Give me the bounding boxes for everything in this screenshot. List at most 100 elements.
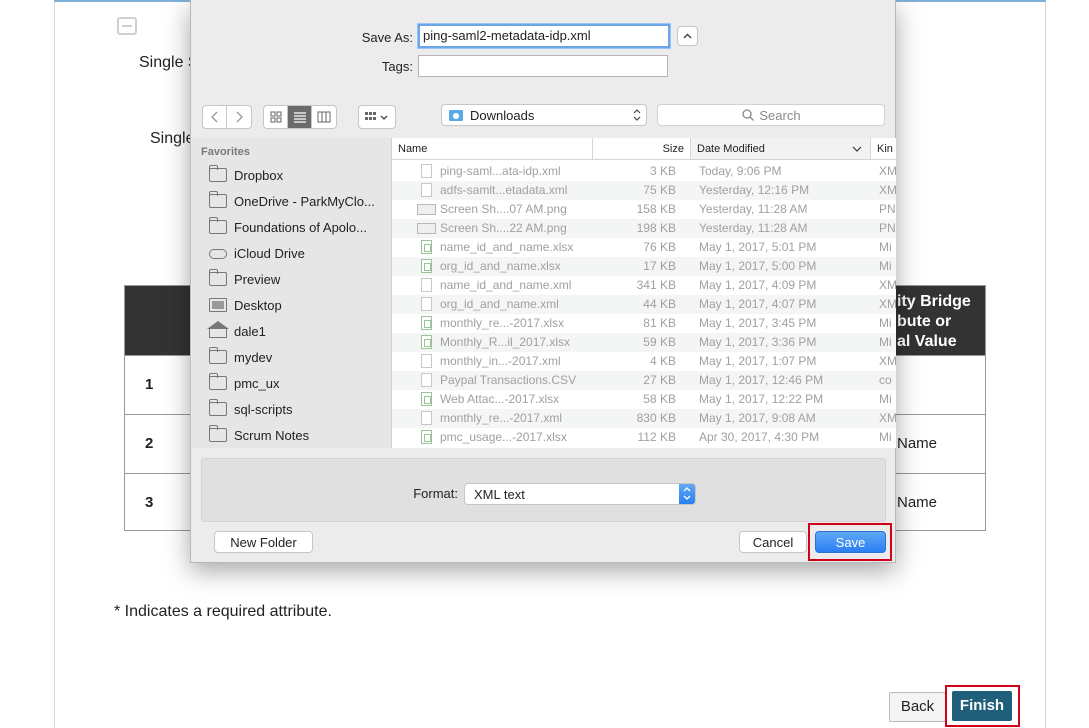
up-down-chevron-icon [679, 484, 695, 504]
sidebar-item-sql-scripts[interactable]: sql-scripts [209, 399, 293, 419]
file-row[interactable]: monthly_in...-2017.xml 4 KB May 1, 2017, 1… [392, 352, 896, 371]
file-row[interactable]: name_id_and_name.xlsx 76 KB May 1, 2017, 5… [392, 238, 896, 257]
row-value: Name [897, 494, 938, 511]
file-name: Paypal Transactions.CSV [440, 373, 577, 387]
format-popup[interactable]: XML text [464, 483, 696, 505]
sidebar-item-icloud[interactable]: iCloud Drive [209, 243, 305, 263]
tags-label: Tags: [381, 59, 413, 74]
back-nav-button[interactable] [203, 106, 227, 128]
file-name: Monthly_R...il_2017.xlsx [440, 335, 571, 349]
search-field[interactable]: Search [657, 104, 885, 126]
row-value: Name [897, 435, 938, 452]
file-date: Yesterday, 12:16 PM [699, 183, 810, 197]
column-view-button[interactable] [312, 106, 336, 128]
document-file-icon [421, 373, 432, 387]
file-size: 4 KB [649, 354, 676, 368]
sidebar-item-label: sql-scripts [234, 401, 293, 417]
document-file-icon [421, 297, 432, 311]
sidebar-item-foundations[interactable]: Foundations of Apolo... [209, 217, 367, 237]
chevron-right-icon [236, 111, 243, 123]
folder-icon [209, 269, 227, 286]
file-name: org_id_and_name.xlsx [440, 259, 561, 273]
save-as-input[interactable]: ping-saml2-metadata-idp.xml [418, 24, 670, 48]
file-kind: XM [879, 354, 896, 368]
search-placeholder: Search [759, 107, 801, 123]
folder-icon [209, 191, 227, 208]
arrange-icon [365, 112, 388, 120]
file-kind: co [879, 373, 892, 387]
finish-highlight [945, 685, 1020, 727]
file-date: Yesterday, 11:28 AM [699, 202, 808, 216]
folder-icon [209, 373, 227, 390]
collapse-icon[interactable] [117, 17, 137, 35]
file-date: May 1, 2017, 5:00 PM [699, 259, 817, 273]
file-size: 17 KB [643, 259, 676, 273]
file-row[interactable]: name_id_and_name.xml 341 KB May 1, 2017, 4… [392, 276, 896, 295]
file-row[interactable]: Screen Sh....07 AM.png 158 KB Yesterday, 1… [392, 200, 896, 219]
view-mode-selector [263, 105, 337, 129]
file-row[interactable]: pmc_usage...-2017.xlsx 112 KB Apr 30, 2017… [392, 428, 896, 447]
file-kind: XM [879, 278, 896, 292]
file-kind: XM [879, 164, 896, 178]
file-name: monthly_re...-2017.xlsx [440, 316, 565, 330]
list-icon [293, 112, 306, 123]
file-size: 341 KB [636, 278, 676, 292]
file-row[interactable]: monthly_re...-2017.xlsx 81 KB May 1, 2017,… [392, 314, 896, 333]
file-date: May 1, 2017, 3:45 PM [699, 316, 817, 330]
file-name: pmc_usage...-2017.xlsx [440, 430, 567, 444]
save-dialog: Save As: ping-saml2-metadata-idp.xml Tag… [190, 0, 896, 563]
cancel-button[interactable]: Cancel [739, 531, 807, 553]
sidebar-item-scrum-notes[interactable]: Scrum Notes [209, 425, 309, 445]
sidebar-item-preview[interactable]: Preview [209, 269, 280, 289]
location-popup[interactable]: Downloads [441, 104, 647, 126]
file-date: Today, 9:06 PM [699, 164, 782, 178]
sidebar-item-onedrive[interactable]: OneDrive - ParkMyClo... [209, 191, 375, 211]
file-row[interactable]: Web Attac...-2017.xlsx 58 KB May 1, 2017, … [392, 390, 896, 409]
spreadsheet-file-icon [421, 335, 432, 349]
spreadsheet-file-icon [421, 316, 432, 330]
file-size: 112 KB [637, 430, 676, 444]
section-heading-2: Single [150, 130, 195, 147]
sidebar-item-desktop[interactable]: Desktop [209, 295, 282, 315]
column-header-name[interactable]: Name [392, 138, 593, 160]
tags-input[interactable] [418, 55, 668, 77]
file-kind: XM [879, 297, 896, 311]
sidebar-item-dale1[interactable]: dale1 [207, 320, 266, 341]
expand-button[interactable] [677, 26, 698, 46]
file-row[interactable]: org_id_and_name.xlsx 17 KB May 1, 2017, 5:… [392, 257, 896, 276]
downloads-folder-icon [449, 110, 463, 121]
arrange-button[interactable] [359, 106, 395, 128]
file-kind: Mi [879, 316, 892, 330]
sidebar-item-mydev[interactable]: mydev [209, 347, 272, 367]
file-row[interactable]: Paypal Transactions.CSV 27 KB May 1, 2017,… [392, 371, 896, 390]
new-folder-button[interactable]: New Folder [214, 531, 313, 553]
file-size: 198 KB [636, 221, 676, 235]
file-row[interactable]: Monthly_R...il_2017.xlsx 59 KB May 1, 2017… [392, 333, 896, 352]
folder-icon [209, 399, 227, 416]
sidebar-item-label: mydev [234, 349, 273, 365]
sidebar-item-dropbox[interactable]: Dropbox [209, 165, 283, 185]
file-row[interactable]: ping-saml...ata-idp.xml 3 KB Today, 9:06 P… [392, 162, 896, 181]
image-file-icon [417, 223, 436, 234]
chevron-up-icon [683, 33, 692, 39]
row-number: 2 [145, 435, 154, 452]
row-number: 3 [145, 494, 154, 511]
list-view-button[interactable] [288, 106, 312, 128]
sidebar-item-pmc-ux[interactable]: pmc_ux [209, 373, 280, 393]
column-header-size[interactable]: Size [593, 138, 691, 160]
back-button[interactable]: Back [889, 692, 946, 722]
column-header-kind[interactable]: Kin [871, 138, 896, 160]
file-row[interactable]: adfs-samlt...etadata.xml 75 KB Yesterday, … [392, 181, 896, 200]
file-row[interactable]: Screen Sh....22 AM.png 198 KB Yesterday, 1… [392, 219, 896, 238]
file-row[interactable]: org_id_and_name.xml 44 KB May 1, 2017, 4:0… [392, 295, 896, 314]
nav-back-forward [202, 105, 252, 129]
file-name: name_id_and_name.xml [440, 278, 572, 292]
file-name: name_id_and_name.xlsx [440, 240, 574, 254]
file-row[interactable]: monthly_re...-2017.xml 830 KB May 1, 2017,… [392, 409, 896, 428]
forward-nav-button[interactable] [227, 106, 251, 128]
sidebar-item-label: pmc_ux [234, 375, 280, 391]
column-header-date[interactable]: Date Modified [691, 138, 871, 160]
file-size: 58 KB [643, 392, 676, 406]
icon-view-button[interactable] [264, 106, 288, 128]
sidebar-item-label: dale1 [234, 323, 266, 339]
